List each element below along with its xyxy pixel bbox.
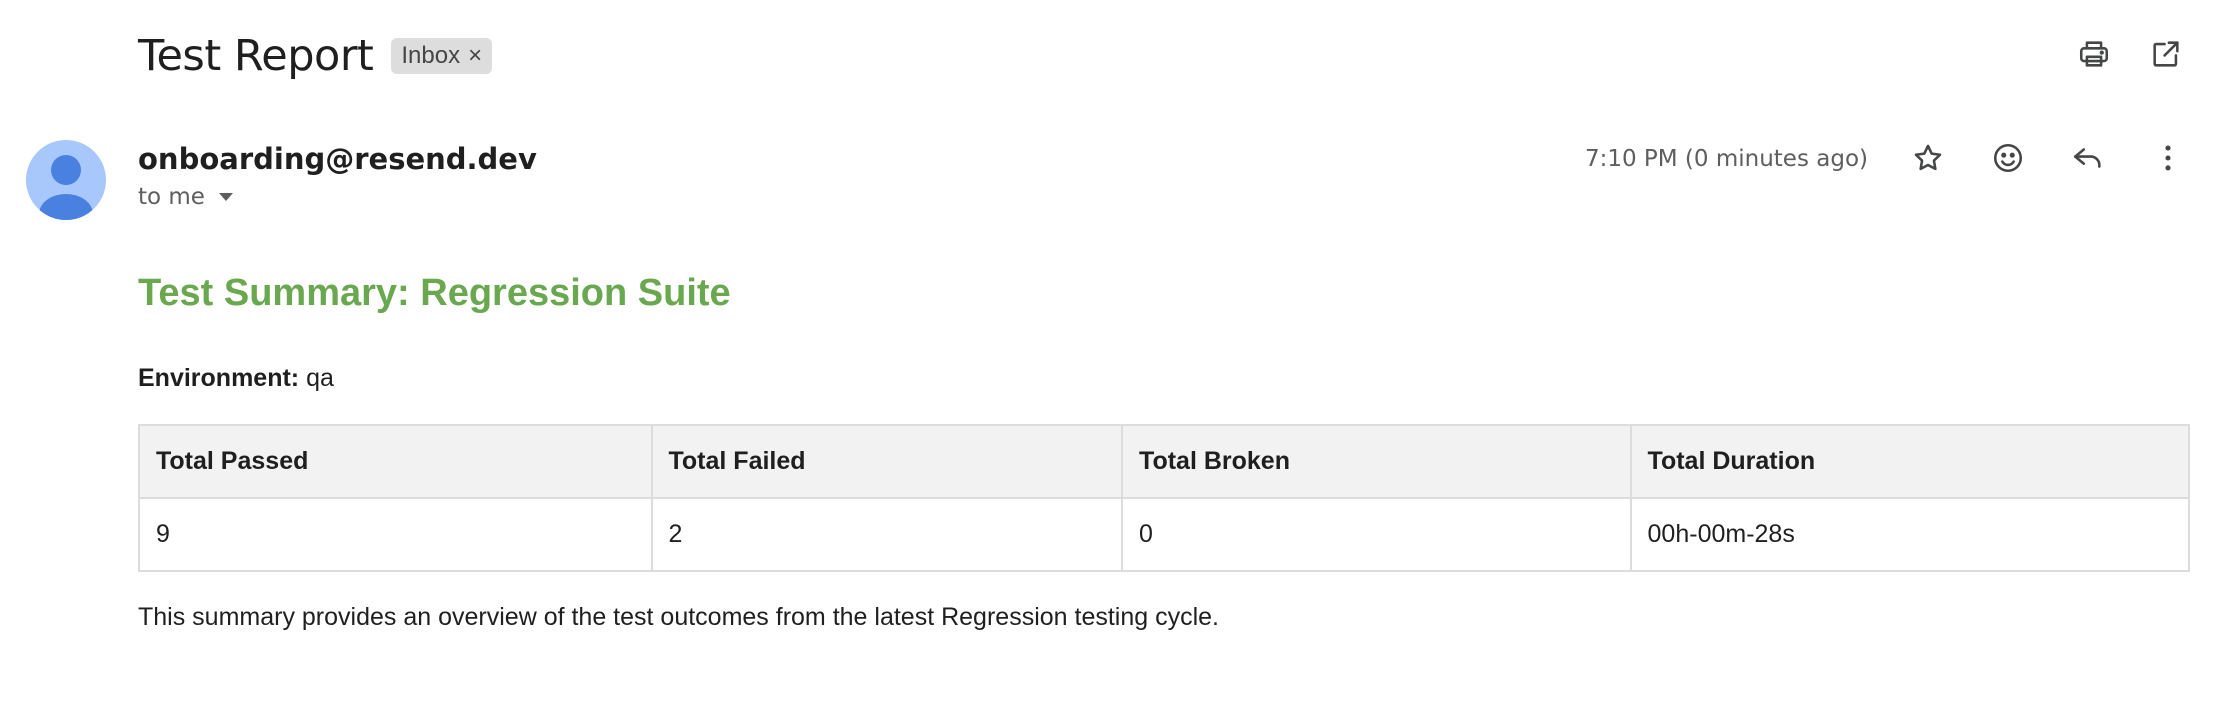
emoji-reaction-icon [1991, 141, 2025, 180]
cell-total-failed: 2 [650, 497, 1124, 572]
star-button[interactable] [1906, 138, 1950, 182]
summary-table: Total Passed Total Failed Total Broken T… [138, 424, 2191, 572]
more-options-button[interactable] [2146, 138, 2190, 182]
environment-label: Environment: [138, 364, 300, 392]
header-total-passed: Total Passed [138, 424, 653, 499]
summary-footer-text: This summary provides an overview of the… [138, 603, 1220, 631]
header-total-duration: Total Duration [1629, 424, 2191, 499]
chevron-down-icon [217, 191, 235, 203]
print-icon [2077, 37, 2111, 76]
avatar [26, 140, 106, 220]
header-total-failed: Total Failed [650, 424, 1124, 499]
email-subject: Test Report [138, 31, 374, 81]
header-total-broken: Total Broken [1121, 424, 1632, 499]
table-header-row: Total Passed Total Failed Total Broken T… [138, 424, 2191, 499]
recipient-text: to me [138, 184, 205, 210]
message-time: 7:10 PM (0 minutes ago) [1584, 146, 1868, 172]
open-in-new-window-icon [2149, 37, 2183, 76]
recipient-details-toggle[interactable]: to me [138, 184, 235, 210]
subject-row: Test Report Inbox × [138, 24, 493, 88]
label-chip-text: Inbox [401, 42, 461, 69]
more-options-icon [2151, 141, 2185, 180]
cell-total-broken: 0 [1121, 497, 1632, 572]
cell-total-duration: 00h-00m-28s [1629, 497, 2191, 572]
add-reaction-button[interactable] [1986, 138, 2030, 182]
environment-value: qa [306, 364, 334, 392]
cell-total-passed: 9 [138, 497, 653, 572]
reply-icon [2071, 141, 2105, 180]
report-title: Test Summary: Regression Suite [138, 272, 731, 314]
reply-button[interactable] [2066, 138, 2110, 182]
open-in-new-window-button[interactable] [2144, 34, 2188, 78]
inbox-label-chip[interactable]: Inbox × [391, 38, 493, 74]
environment-line: Environment: qa [138, 364, 334, 393]
table-row: 9 2 0 00h-00m-28s [138, 497, 2191, 572]
remove-label-icon[interactable]: × [468, 44, 482, 68]
print-button[interactable] [2072, 34, 2116, 78]
star-icon [1911, 141, 1945, 180]
sender-email[interactable]: onboarding@resend.dev [138, 142, 537, 176]
